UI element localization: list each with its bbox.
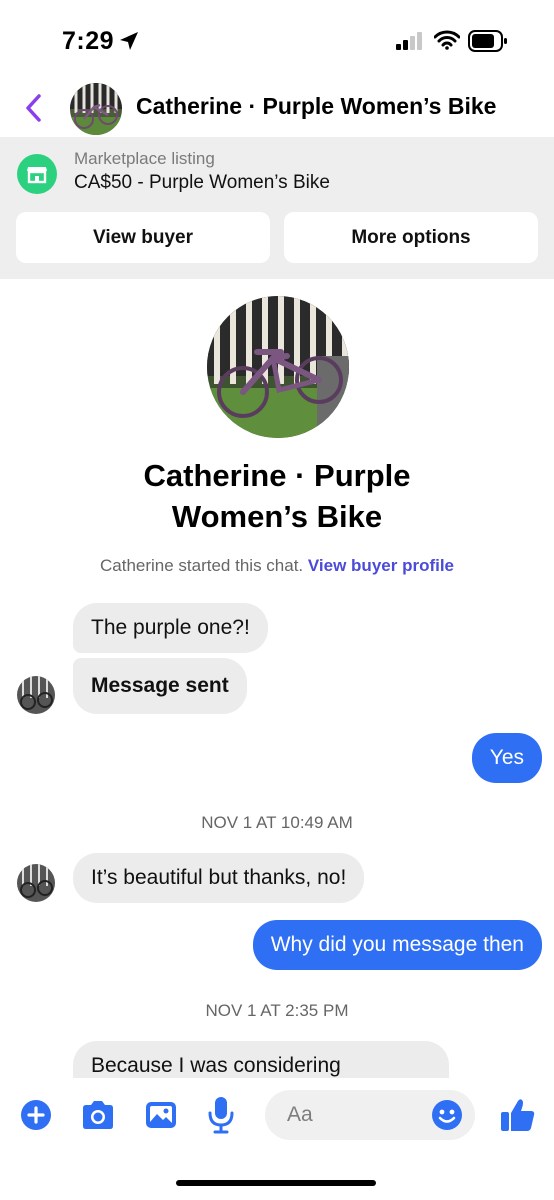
profile-name: Catherine · Purple Women’s Bike (0, 455, 554, 537)
back-chevron-icon (26, 94, 41, 122)
timestamp: NOV 1 AT 2:35 PM (205, 1001, 349, 1020)
view-buyer-profile-link[interactable]: View buyer profile (308, 556, 454, 575)
camera-button[interactable] (79, 1098, 117, 1132)
battery-icon (468, 30, 508, 57)
thumbs-up-icon (501, 1099, 535, 1131)
chat-header: Catherine · Purple Women’s Bike (0, 80, 554, 136)
profile-name-line1: Catherine · Purple (143, 458, 411, 493)
message-input-placeholder: Aa (287, 1103, 313, 1126)
view-buyer-button[interactable]: View buyer (16, 212, 270, 263)
emoji-icon (432, 1100, 462, 1130)
emoji-button[interactable] (431, 1099, 463, 1131)
message-incoming[interactable]: Message sent (73, 658, 247, 714)
plus-button[interactable] (19, 1098, 53, 1132)
chat-started-note: Catherine started this chat. View buyer … (0, 556, 554, 576)
home-indicator[interactable] (176, 1180, 376, 1186)
profile-avatar[interactable] (207, 296, 349, 438)
profile-name-line2: Women’s Bike (171, 499, 383, 534)
status-bar: 7:29 (0, 0, 554, 80)
marketplace-shop-icon (17, 154, 57, 194)
message-outgoing[interactable]: Why did you message then (252, 920, 542, 970)
chat-title[interactable]: Catherine · Purple Women’s Bike (136, 93, 496, 120)
listing-price-title[interactable]: CA$50 - Purple Women’s Bike (74, 172, 330, 194)
back-button[interactable] (18, 90, 48, 126)
timestamp: NOV 1 AT 10:49 AM (201, 813, 353, 832)
signal-icon (396, 32, 424, 55)
location-arrow-icon (118, 30, 140, 57)
message-incoming[interactable]: The purple one?! (73, 603, 268, 653)
camera-icon (83, 1101, 113, 1129)
message-outgoing[interactable]: Yes (471, 733, 542, 783)
marketplace-listing-banner: Marketplace listing CA$50 - Purple Women… (0, 137, 554, 279)
message-input[interactable]: Aa (265, 1090, 475, 1140)
sender-avatar[interactable] (17, 864, 55, 902)
more-options-button[interactable]: More options (284, 212, 538, 263)
message-incoming[interactable]: It’s beautiful but thanks, no! (73, 853, 365, 903)
wifi-icon (433, 30, 461, 55)
microphone-button[interactable] (206, 1095, 236, 1135)
started-text: Catherine started this chat. (99, 556, 304, 575)
plus-icon (21, 1100, 51, 1130)
sender-avatar[interactable] (17, 676, 55, 714)
gallery-icon (146, 1102, 176, 1128)
status-time: 7:29 (62, 27, 115, 55)
microphone-icon (208, 1097, 234, 1134)
listing-avatar[interactable] (70, 83, 122, 135)
thumbs-up-button[interactable] (498, 1095, 538, 1135)
gallery-button[interactable] (143, 1098, 179, 1132)
listing-label: Marketplace listing (74, 149, 215, 168)
